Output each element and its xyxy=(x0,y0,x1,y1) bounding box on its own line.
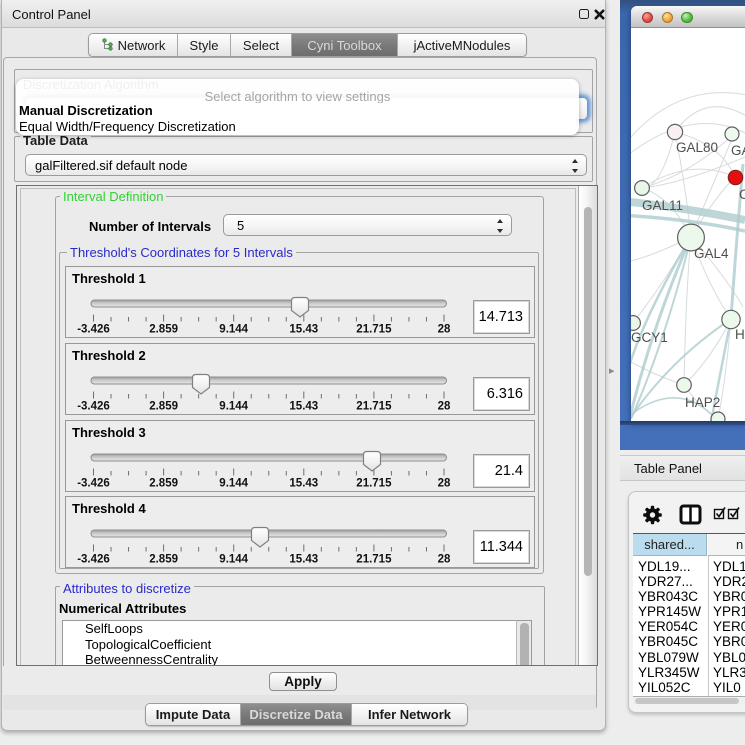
svg-text:28: 28 xyxy=(438,554,451,566)
svg-text:21.715: 21.715 xyxy=(356,554,392,566)
svg-text:GAL80: GAL80 xyxy=(676,140,718,155)
svg-text:-3.426: -3.426 xyxy=(77,324,110,336)
svg-text:2.859: 2.859 xyxy=(149,554,178,566)
svg-text:GA: GA xyxy=(731,143,745,158)
svg-text:21.715: 21.715 xyxy=(356,478,392,490)
svg-text:2.859: 2.859 xyxy=(149,478,178,490)
svg-text:21.715: 21.715 xyxy=(356,401,392,413)
svg-text:15.43: 15.43 xyxy=(289,478,318,490)
svg-text:15.43: 15.43 xyxy=(289,401,318,413)
svg-text:2.859: 2.859 xyxy=(149,401,178,413)
svg-text:9.144: 9.144 xyxy=(219,324,248,336)
svg-text:H: H xyxy=(735,327,745,342)
svg-text:9.144: 9.144 xyxy=(219,478,248,490)
svg-text:-3.426: -3.426 xyxy=(77,554,110,566)
svg-text:28: 28 xyxy=(438,478,451,490)
svg-text:2.859: 2.859 xyxy=(149,324,178,336)
svg-text:9.144: 9.144 xyxy=(219,554,248,566)
svg-text:C: C xyxy=(739,187,745,202)
svg-text:GCY1: GCY1 xyxy=(631,330,668,345)
svg-text:GAL4: GAL4 xyxy=(694,246,729,261)
svg-text:28: 28 xyxy=(438,324,451,336)
svg-text:28: 28 xyxy=(438,401,451,413)
svg-text:15.43: 15.43 xyxy=(289,554,318,566)
svg-text:-3.426: -3.426 xyxy=(77,401,110,413)
svg-text:HAP2: HAP2 xyxy=(685,395,720,410)
svg-text:9.144: 9.144 xyxy=(219,401,248,413)
svg-text:GAL11: GAL11 xyxy=(642,198,683,213)
svg-text:21.715: 21.715 xyxy=(356,324,392,336)
svg-text:15.43: 15.43 xyxy=(289,324,318,336)
svg-text:-3.426: -3.426 xyxy=(77,478,110,490)
